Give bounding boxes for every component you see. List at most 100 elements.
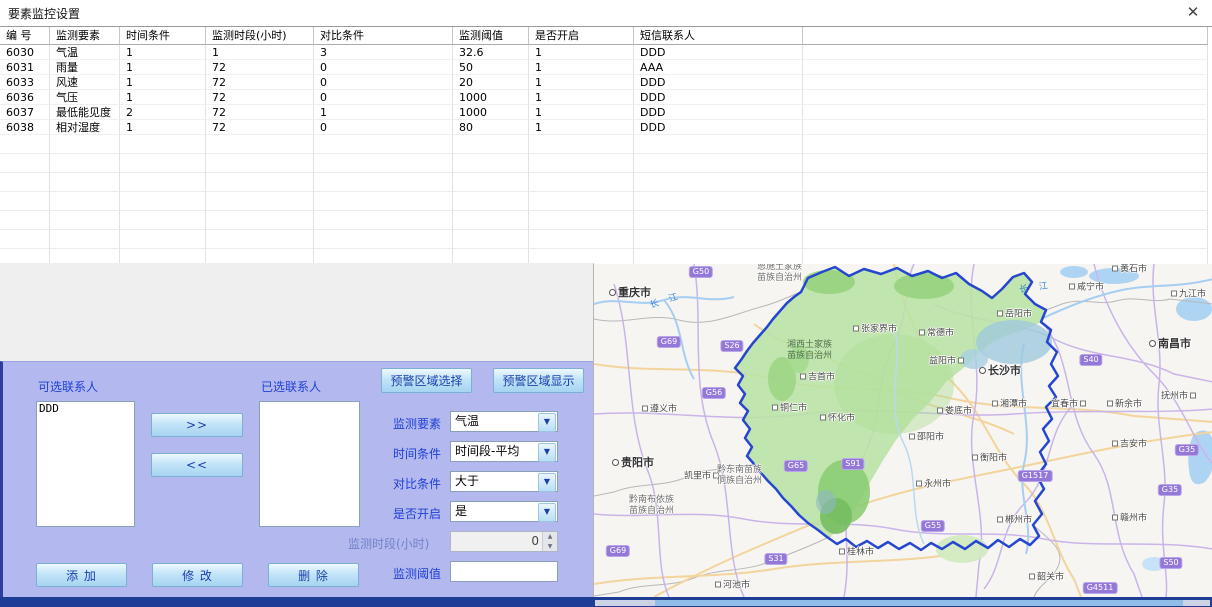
city-square-icon xyxy=(1112,266,1118,272)
chevron-down-icon[interactable]: ▼ xyxy=(538,443,556,462)
map-city-label: 郴州市 xyxy=(997,513,1032,526)
city-square-icon xyxy=(1190,393,1196,399)
threshold-input[interactable] xyxy=(450,561,558,582)
column-header[interactable]: 监测时段(小时) xyxy=(206,27,314,45)
map-city-label: 湘潭市 xyxy=(992,397,1027,410)
enabled-select[interactable]: 是 ▼ xyxy=(450,501,558,522)
chevron-down-icon[interactable]: ▼ xyxy=(538,503,556,522)
column-header[interactable]: 时间条件 xyxy=(120,27,206,45)
table-cell: 2 xyxy=(120,105,206,120)
selected-contacts-listbox[interactable] xyxy=(259,401,360,527)
table-cell xyxy=(529,154,634,173)
table-cell xyxy=(0,154,50,173)
road-badge: G56 xyxy=(702,387,726,399)
table-cell xyxy=(803,192,1208,211)
table-cell xyxy=(803,90,1208,105)
compare-cond-select[interactable]: 大于 ▼ xyxy=(450,471,558,492)
table-row[interactable]: 6030气温11332.61DDD xyxy=(0,45,1212,60)
table-cell xyxy=(529,173,634,192)
element-monitor-window: 要素监控设置 ✕ 编 号监测要素时间条件监测时段(小时)对比条件监测阈值是否开启… xyxy=(0,0,1212,607)
city-square-icon xyxy=(800,374,806,380)
table-cell xyxy=(803,154,1208,173)
table-cell xyxy=(453,249,529,264)
monitor-table: 编 号监测要素时间条件监测时段(小时)对比条件监测阈值是否开启短信联系人6030… xyxy=(0,26,1212,264)
chevron-down-icon[interactable]: ▼ xyxy=(538,413,556,432)
road-badge: G55 xyxy=(921,520,945,532)
table-cell xyxy=(206,135,314,154)
table-cell xyxy=(803,45,1208,60)
available-contacts-listbox[interactable]: DDD xyxy=(36,401,135,527)
table-cell xyxy=(50,192,120,211)
element-label: 监测要素 xyxy=(393,415,441,432)
delete-button[interactable]: 删 除 xyxy=(268,563,359,587)
table-cell: 最低能见度 xyxy=(50,105,120,120)
table-cell: 6033 xyxy=(0,75,50,90)
table-cell: DDD xyxy=(634,105,803,120)
table-cell xyxy=(206,230,314,249)
table-cell: 气温 xyxy=(50,45,120,60)
road-badge: G35 xyxy=(1158,484,1182,496)
map-hscrollbar[interactable] xyxy=(595,600,1210,606)
table-cell xyxy=(206,192,314,211)
table-cell xyxy=(529,211,634,230)
list-item[interactable]: DDD xyxy=(37,402,134,415)
column-header[interactable]: 监测要素 xyxy=(50,27,120,45)
table-cell: 50 xyxy=(453,60,529,75)
map-city-label: 娄底市 xyxy=(937,404,972,417)
element-select[interactable]: 气温 ▼ xyxy=(450,411,558,432)
table-row[interactable]: 6036气压172010001DDD xyxy=(0,90,1212,105)
table-row[interactable]: 6033风速1720201DDD xyxy=(0,75,1212,90)
map-region-label: 黔东南苗族侗族自治州 xyxy=(717,465,762,487)
close-icon[interactable]: ✕ xyxy=(1184,3,1202,21)
table-cell: 1 xyxy=(206,45,314,60)
map-city-label: 贵阳市 xyxy=(612,454,654,470)
modify-button[interactable]: 修 改 xyxy=(152,563,243,587)
table-cell: 1000 xyxy=(453,90,529,105)
map-view[interactable]: 重庆市遵义市贵阳市凯里市河池市桂林市铜仁市吉首市张家界市怀化市邵阳市娄底市湘潭市… xyxy=(593,264,1212,597)
table-cell xyxy=(206,249,314,264)
map-city-label: 南昌市 xyxy=(1149,335,1191,351)
scrollbar-thumb[interactable] xyxy=(655,600,1183,606)
map-city-label: 吉安市 xyxy=(1112,437,1147,450)
move-right-button[interactable]: >> xyxy=(151,413,243,437)
bottom-border xyxy=(0,597,1212,607)
city-square-icon xyxy=(916,481,922,487)
table-cell xyxy=(314,230,453,249)
table-cell xyxy=(529,192,634,211)
map-city-label: 长沙市 xyxy=(979,362,1021,378)
enabled-label: 是否开启 xyxy=(393,505,441,522)
table-cell xyxy=(453,154,529,173)
time-cond-select[interactable]: 时间段-平均 ▼ xyxy=(450,441,558,462)
city-square-icon xyxy=(772,405,778,411)
table-cell: 1 xyxy=(529,120,634,135)
add-button[interactable]: 添 加 xyxy=(36,563,127,587)
column-header[interactable]: 编 号 xyxy=(0,27,50,45)
column-header[interactable] xyxy=(803,27,1208,45)
column-header[interactable]: 短信联系人 xyxy=(634,27,803,45)
table-cell xyxy=(50,154,120,173)
warning-area-display-button[interactable]: 预警区域显示 xyxy=(493,368,584,393)
table-cell: AAA xyxy=(634,60,803,75)
road-badge: G50 xyxy=(689,266,713,278)
table-cell: 72 xyxy=(206,60,314,75)
column-header[interactable]: 是否开启 xyxy=(529,27,634,45)
table-row[interactable]: 6038相对湿度1720801DDD xyxy=(0,120,1212,135)
city-dot-icon xyxy=(612,459,619,466)
table-row[interactable]: 6037最低能见度272110001DDD xyxy=(0,105,1212,120)
chevron-down-icon[interactable]: ▼ xyxy=(538,473,556,492)
move-left-button[interactable]: << xyxy=(151,453,243,477)
city-square-icon xyxy=(1171,291,1177,297)
compare-cond-select-value: 大于 xyxy=(451,472,537,491)
table-row[interactable]: 6031雨量1720501AAA xyxy=(0,60,1212,75)
table-cell xyxy=(206,211,314,230)
map-city-label: 铜仁市 xyxy=(772,401,807,414)
table-cell xyxy=(453,230,529,249)
column-header[interactable]: 监测阈值 xyxy=(453,27,529,45)
column-header[interactable]: 对比条件 xyxy=(314,27,453,45)
warning-area-select-button[interactable]: 预警区域选择 xyxy=(381,368,472,393)
table-cell xyxy=(50,249,120,264)
table-cell: 6036 xyxy=(0,90,50,105)
map-region-label: 恩施土家族苗族自治州 xyxy=(757,264,802,284)
table-cell xyxy=(634,192,803,211)
table-cell xyxy=(529,230,634,249)
